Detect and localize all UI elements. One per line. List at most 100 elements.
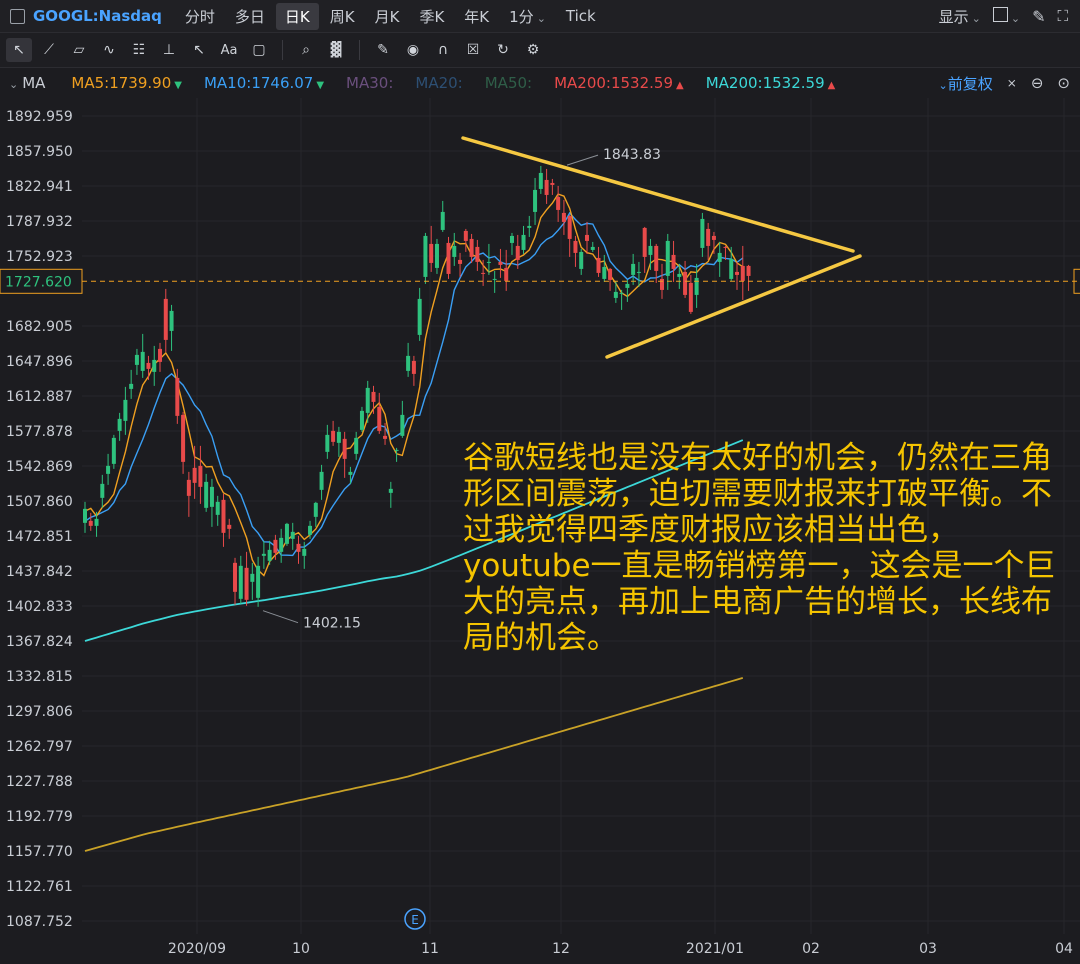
ma-legend-item[interactable]: MA5:1739.90 ▼ [71,74,182,92]
arrow-icon[interactable]: ↖ [186,38,212,62]
y-tick-label: 1262.797 [6,739,73,755]
chevron-down-icon: ⌄ [971,11,981,25]
candle-body [423,235,428,277]
candle-body [117,418,122,431]
symbol-selector[interactable]: GOOGL:Nasdaq [10,7,162,25]
wave-icon[interactable]: ∿ [96,38,122,62]
y-tick-label: 1787.932 [6,214,73,230]
fullscreen-icon[interactable]: ⛶ [1057,7,1068,25]
candle-body [290,531,295,539]
candle-body [660,278,664,290]
ma-indicator-selector[interactable]: ⌄ MA [6,74,45,92]
tab-timeframe-daily[interactable]: 日K [275,2,319,30]
pen-icon[interactable]: ✎ [370,38,396,62]
layout-menu[interactable]: ⌄ [992,6,1020,26]
trendline-icon[interactable]: ⟋ [36,38,62,62]
candle-body [267,549,272,561]
y-tick-label: 1542.869 [6,459,73,475]
tab-timeframe-tick[interactable]: Tick [557,4,605,28]
candle-body [584,234,589,241]
candle-body [452,245,457,257]
y-tick-label: 1752.923 [6,249,73,265]
candle-body [400,414,405,436]
sidebar-toggle-icon[interactable] [10,8,25,24]
candle-body [463,230,468,241]
candle-body [486,261,491,263]
candle-body [717,252,722,262]
toolbar-divider [282,40,283,60]
candle-body [181,414,186,462]
candle-body [648,245,653,255]
ma-legend-item[interactable]: MA30: [346,74,393,92]
text-icon[interactable]: Aa [216,38,242,62]
candle-body [348,471,353,475]
candle-body [556,196,561,210]
candle-body [175,377,180,416]
pen-icon[interactable]: ✎ [1032,7,1045,26]
comment-icon[interactable]: ▢ [246,38,272,62]
candle-body [573,240,578,253]
adjust-selector[interactable]: ⌄前复权 [936,73,993,94]
tab-timeframe-quarterly[interactable]: 季K [410,3,453,30]
ma-legend-item[interactable]: MA10:1746.07 ▼ [204,74,324,92]
display-menu[interactable]: 显示 ⌄ [939,6,981,27]
candle-body [683,271,688,295]
sync-icon[interactable]: ↻ [490,38,516,62]
tab-timeframe-yearly[interactable]: 年K [455,3,498,30]
x-tick-label: 11 [421,941,439,957]
candle-body [88,520,93,526]
candle-body [186,479,191,496]
candle-body [735,271,740,275]
trash-icon[interactable]: ☒ [460,38,486,62]
candle-body [123,399,128,421]
measure-icon[interactable]: ⊥ [156,38,182,62]
candle-body [354,437,359,454]
candle-body [106,465,111,474]
candle-body [527,225,532,228]
candle-body [700,218,705,248]
tab-timeframe-intraday[interactable]: 分时 [176,3,224,30]
eye-icon[interactable]: ◉ [400,38,426,62]
dots-circle-icon[interactable]: ⊙ [1057,74,1070,92]
ma-legend-item[interactable]: MA200:1532.59 ▲ [706,74,836,92]
candle-body [325,434,330,452]
gear-icon[interactable]: ⚙ [520,38,546,62]
trend-down-icon: ▼ [174,80,182,91]
y-tick-label: 1647.896 [6,354,73,370]
ma-legend-item[interactable]: MA20: [415,74,462,92]
channel-icon[interactable]: ▱ [66,38,92,62]
fib-icon[interactable]: ☷ [126,38,152,62]
candle-body [561,212,566,222]
candle-body [596,257,601,273]
candle-body [533,189,538,212]
candle-body [261,553,266,556]
minus-circle-icon[interactable]: ⊖ [1031,74,1044,92]
y-tick-label: 1892.959 [6,109,73,125]
tab-timeframe-monthly[interactable]: 月K [366,3,409,30]
candle-body [134,354,139,365]
candle-body [94,518,99,526]
magnet-icon[interactable]: ∩ [430,38,456,62]
candle-body [302,548,307,556]
candle-body [336,431,341,443]
tab-timeframe-multiday[interactable]: 多日 [226,3,274,30]
candle-body [688,282,693,312]
stats-icon[interactable]: ▓ [323,38,349,62]
candle-body [359,410,364,430]
y-tick-label: 1822.941 [6,179,73,195]
search-icon[interactable]: ⌕ [293,38,319,62]
cursor-icon[interactable]: ↖ [6,38,32,62]
log-scale-icon[interactable]: ⨯ [1007,76,1017,90]
drawing-toolbar: ↖ ⟋ ▱ ∿ ☷ ⊥ ↖ Aa ▢ ⌕ ▓ ✎ ◉ ∩ ☒ ↻ ⚙ [0,33,1080,68]
candle-body [631,263,636,275]
ma-value: MA50: [484,74,533,92]
tab-timeframe-weekly[interactable]: 周K [321,3,364,30]
ma-legend-item[interactable]: MA50: [485,74,532,92]
candle-body [163,298,168,340]
ma-legend-item[interactable]: MA200:1532.59 ▲ [554,74,684,92]
candle-body [319,471,324,490]
candle-body [169,310,174,331]
tab-timeframe-1min[interactable]: 1分 ⌄ [500,3,555,30]
candle-body [284,523,289,544]
trend-up-icon: ▲ [827,80,836,91]
